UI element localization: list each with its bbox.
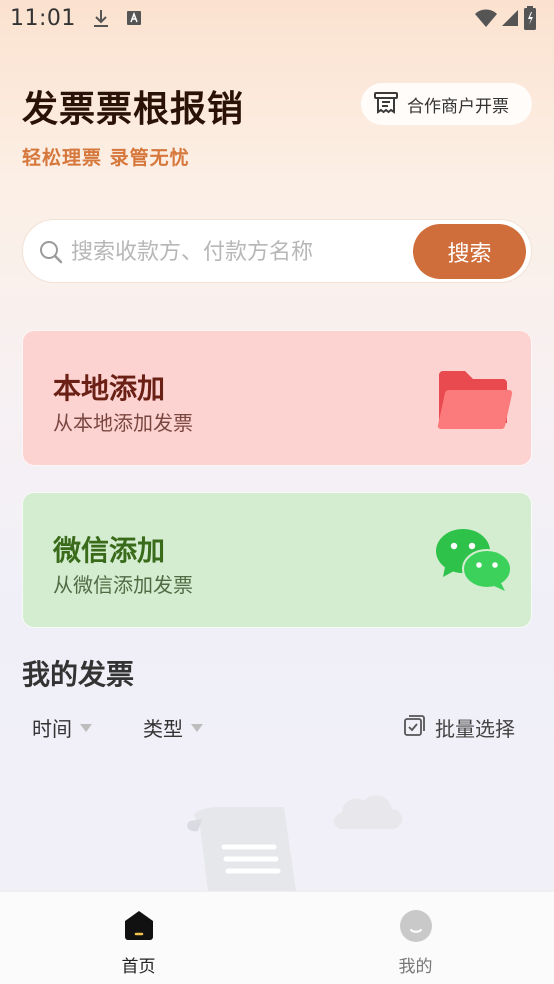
local-add-title: 本地添加 <box>53 372 166 405</box>
empty-invoice-illustration <box>180 775 410 895</box>
folder-icon <box>437 367 513 435</box>
local-add-card[interactable]: 本地添加 从本地添加发票 <box>22 330 532 466</box>
batch-select-label: 批量选择 <box>435 717 515 741</box>
status-time: 11:01 <box>10 6 76 31</box>
batch-select-button[interactable]: 批量选择 <box>403 713 515 742</box>
wechat-add-card[interactable]: 微信添加 从微信添加发票 <box>22 492 532 628</box>
nav-home-label: 首页 <box>121 957 156 977</box>
cellular-signal-icon <box>501 9 519 31</box>
wifi-icon <box>474 8 498 32</box>
home-icon <box>122 909 156 945</box>
bottom-navigation: 首页 我的 <box>0 891 554 984</box>
merchant-invoice-button[interactable]: 合作商户开票 <box>361 83 532 125</box>
search-input[interactable] <box>71 234 371 270</box>
wechat-icon <box>435 527 513 597</box>
status-bar: 11:01 <box>0 0 554 38</box>
receipt-icon <box>373 89 399 120</box>
page-subtitle: 轻松理票 录管无忧 <box>22 147 190 169</box>
search-button[interactable]: 搜索 <box>413 224 526 279</box>
nav-mine[interactable]: 我的 <box>277 892 554 984</box>
page-title: 发票票根报销 <box>22 89 245 130</box>
profile-icon <box>399 909 433 947</box>
search-icon <box>39 240 63 268</box>
my-invoices-title: 我的发票 <box>22 658 135 691</box>
checkbox-icon <box>403 713 427 742</box>
app-notification-icon <box>126 9 142 31</box>
caret-down-icon <box>80 723 92 732</box>
type-filter[interactable]: 类型 <box>143 713 203 742</box>
local-add-subtitle: 从本地添加发票 <box>53 411 193 435</box>
merchant-invoice-label: 合作商户开票 <box>407 96 509 117</box>
nav-home[interactable]: 首页 <box>0 892 277 984</box>
time-filter-label: 时间 <box>32 717 72 741</box>
battery-icon <box>524 6 536 34</box>
wechat-add-subtitle: 从微信添加发票 <box>53 573 193 597</box>
caret-down-icon <box>191 723 203 732</box>
nav-mine-label: 我的 <box>398 957 433 977</box>
time-filter[interactable]: 时间 <box>32 713 92 742</box>
type-filter-label: 类型 <box>143 717 183 741</box>
wechat-add-title: 微信添加 <box>53 534 166 567</box>
download-icon <box>92 9 110 33</box>
